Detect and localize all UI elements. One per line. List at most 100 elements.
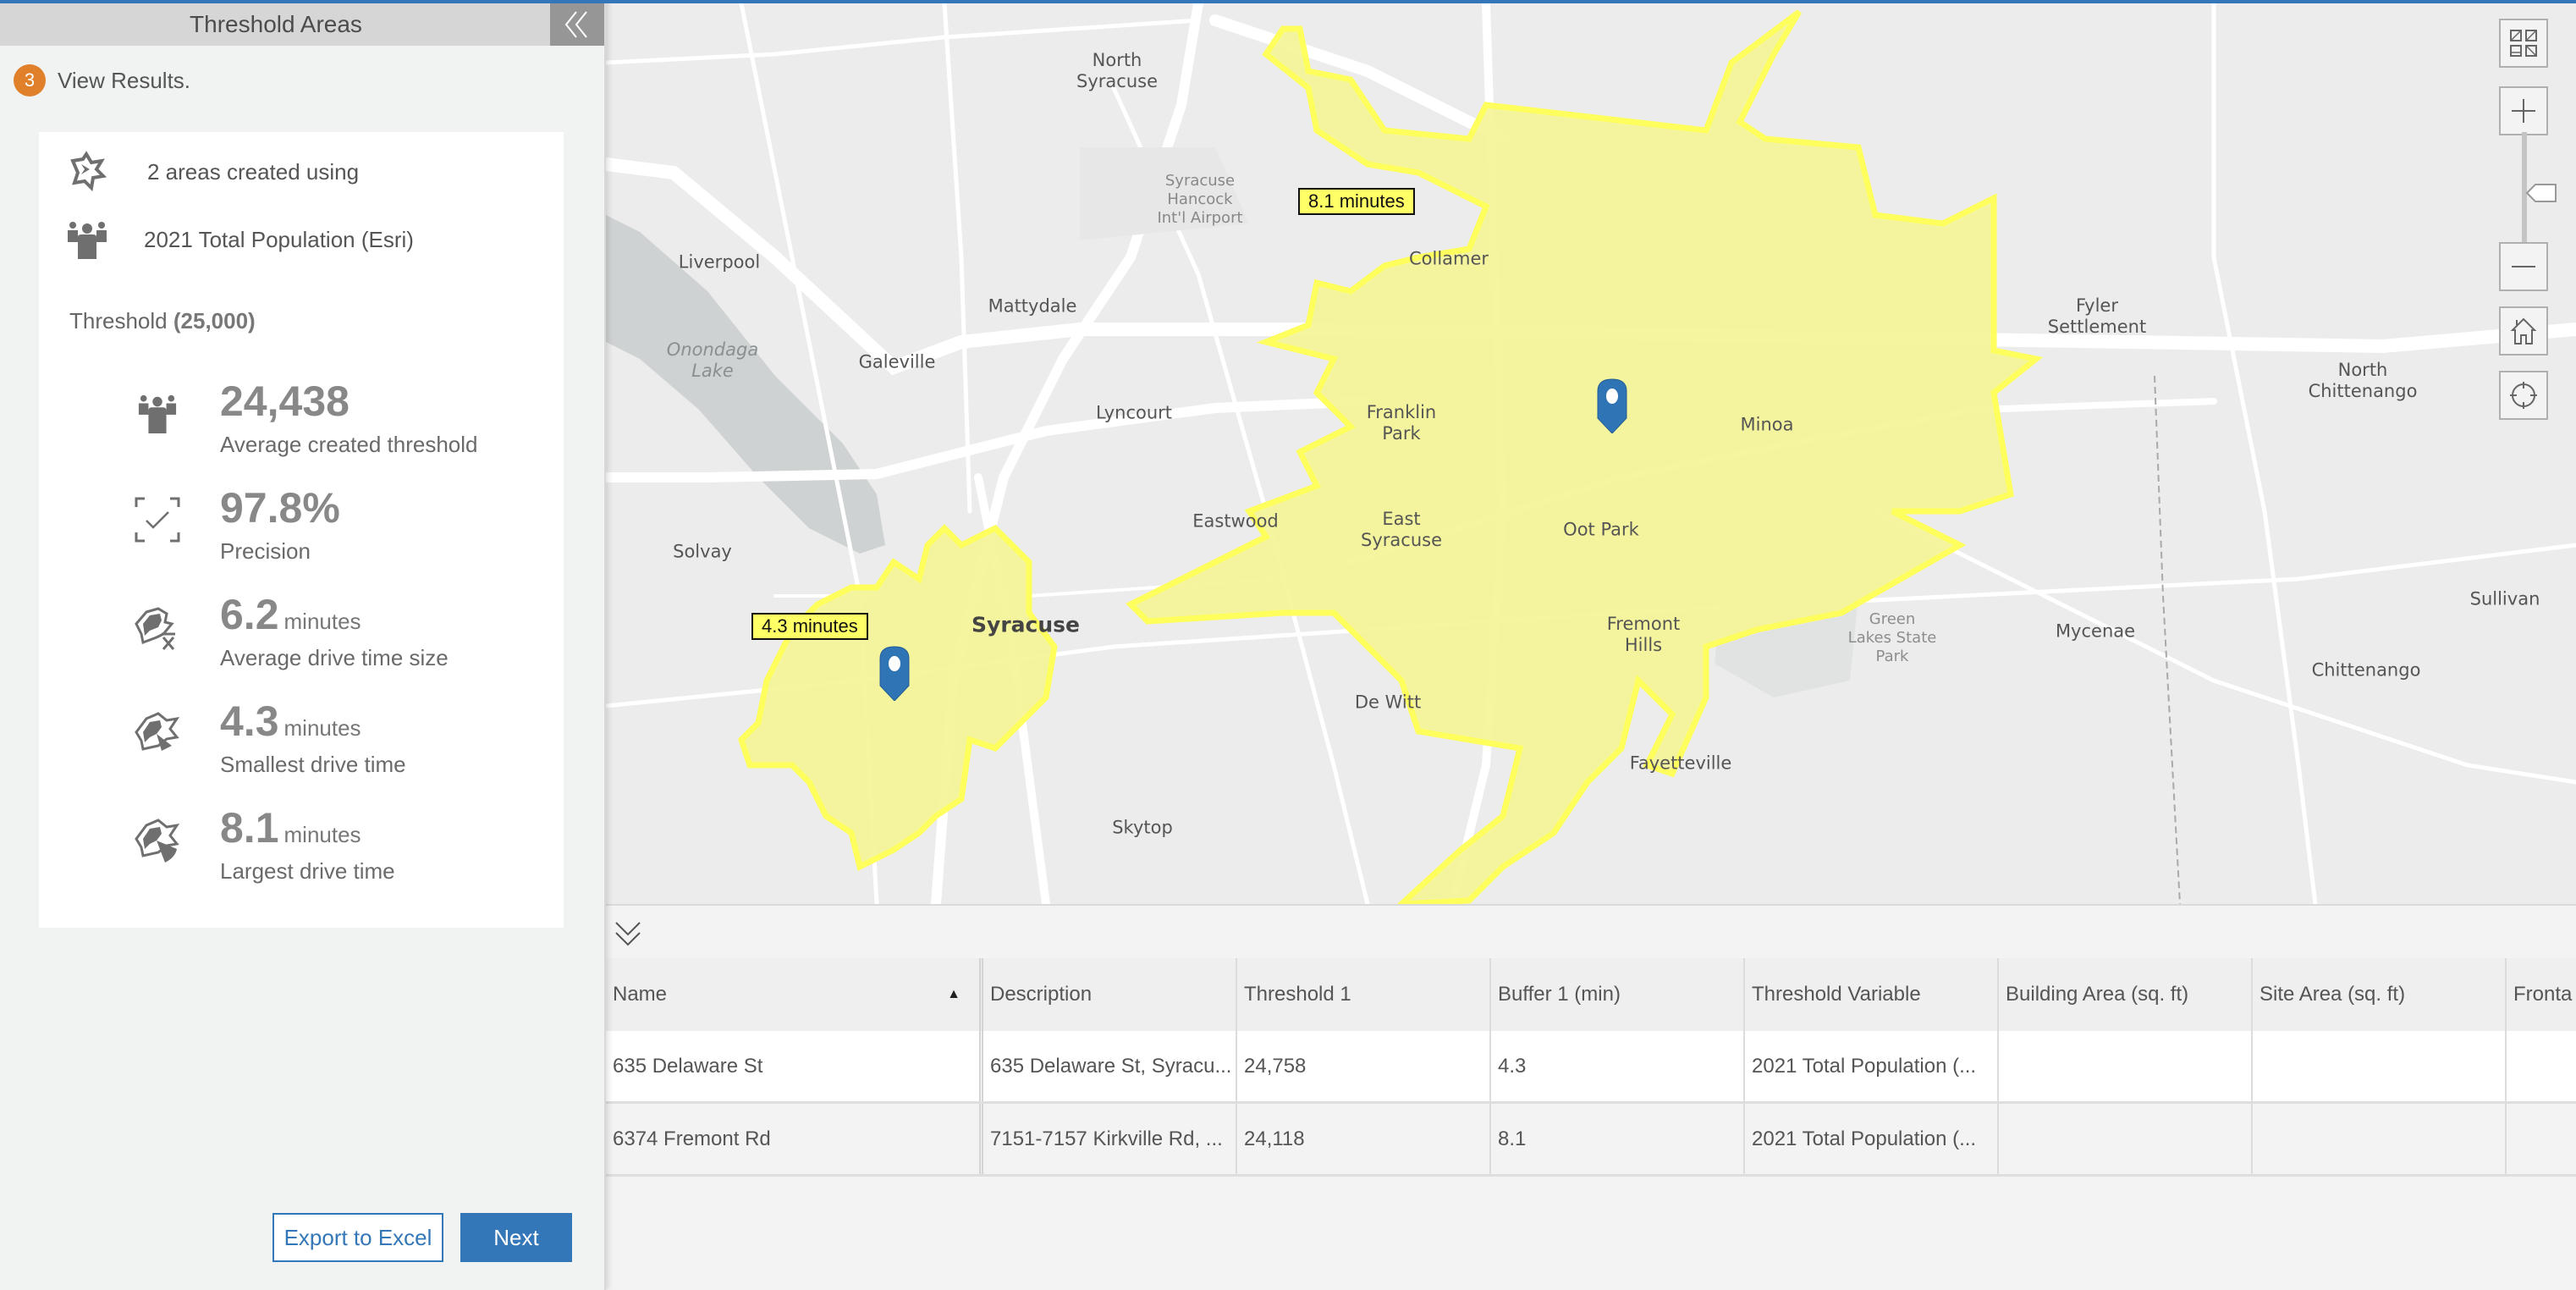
map-view[interactable]: North Syracuse Syracuse Hancock Int'l Ai… bbox=[606, 3, 2576, 904]
column-header-frontage[interactable]: Fronta bbox=[2507, 958, 2576, 1031]
drive-time-average-icon bbox=[132, 601, 183, 652]
map-label: East Syracuse bbox=[1361, 509, 1442, 550]
areas-created-row: 2 areas created using bbox=[64, 149, 359, 195]
stat-value: 6.2 minutes bbox=[220, 591, 361, 638]
attribute-table-panel: Name ▲ Description Threshold 1 Buffer 1 (… bbox=[606, 904, 2576, 1290]
drive-time-area-8-1-min bbox=[1126, 9, 2044, 904]
threshold-variable-text: 2021 Total Population (Esri) bbox=[144, 226, 414, 252]
map-label: De Witt bbox=[1354, 692, 1422, 713]
next-button[interactable]: Next bbox=[460, 1213, 572, 1262]
double-chevron-down-icon[interactable] bbox=[613, 918, 643, 951]
basemap bbox=[606, 3, 2576, 904]
map-label: Chittenango bbox=[2311, 659, 2421, 681]
map-label: Syracuse Hancock Int'l Airport bbox=[1157, 172, 1243, 227]
map-label: Eastwood bbox=[1192, 510, 1279, 532]
threshold-value: (25,000) bbox=[173, 308, 256, 334]
cell-description: 7151-7157 Kirkville Rd, ... bbox=[983, 1104, 1237, 1174]
drive-time-label-8-1: 8.1 minutes bbox=[1298, 188, 1415, 215]
column-header-site-area[interactable]: Site Area (sq. ft) bbox=[2253, 958, 2507, 1031]
cell-frontage bbox=[2507, 1104, 2576, 1174]
stat-precision: 97.8% Precision bbox=[132, 484, 345, 564]
stat-value: 24,438 bbox=[220, 378, 350, 425]
map-label: Franklin Park bbox=[1366, 402, 1437, 444]
collapse-panel-button[interactable] bbox=[550, 3, 604, 46]
step-indicator: 3 View Results. bbox=[14, 64, 190, 96]
step-number-badge: 3 bbox=[14, 64, 46, 96]
drive-time-label-4-3: 4.3 minutes bbox=[751, 613, 868, 640]
map-label: Sullivan bbox=[2469, 588, 2540, 609]
map-label: Mattydale bbox=[988, 295, 1077, 317]
column-header-threshold-variable[interactable]: Threshold Variable bbox=[1745, 958, 1999, 1031]
map-label: Green Lakes State Park bbox=[1847, 610, 1937, 665]
column-header-threshold-1[interactable]: Threshold 1 bbox=[1237, 958, 1491, 1031]
cell-description: 635 Delaware St, Syracu... bbox=[983, 1031, 1237, 1101]
threshold-variable-row: 2021 Total Population (Esri) bbox=[64, 217, 414, 262]
table-row[interactable]: 635 Delaware St 635 Delaware St, Syracu.… bbox=[606, 1031, 2576, 1104]
site-pin-635-delaware[interactable] bbox=[878, 645, 911, 701]
stat-label: Average drive time size bbox=[220, 645, 449, 670]
cell-name: 6374 Fremont Rd bbox=[606, 1104, 983, 1174]
map-label: Solvay bbox=[673, 541, 732, 562]
table-row[interactable]: 6374 Fremont Rd 7151-7157 Kirkville Rd, … bbox=[606, 1104, 2576, 1177]
stat-average-drive-time: 6.2 minutes Average drive time size bbox=[132, 591, 449, 670]
cell-site-area bbox=[2253, 1104, 2507, 1174]
cell-buffer-1: 8.1 bbox=[1491, 1104, 1745, 1174]
panel-header: Threshold Areas bbox=[0, 3, 604, 46]
map-label: Oot Park bbox=[1563, 519, 1639, 540]
results-table: Name ▲ Description Threshold 1 Buffer 1 (… bbox=[606, 958, 2576, 1177]
drive-time-areas-icon bbox=[64, 149, 110, 195]
map-label: Liverpool bbox=[678, 251, 761, 273]
zoom-slider-handle[interactable] bbox=[2525, 183, 2557, 203]
map-label: North Syracuse bbox=[1076, 50, 1158, 91]
stat-value: 8.1 minutes bbox=[220, 804, 361, 852]
home-button[interactable] bbox=[2499, 306, 2548, 356]
precision-check-icon bbox=[132, 494, 183, 545]
cell-threshold-variable: 2021 Total Population (... bbox=[1745, 1031, 1999, 1101]
stat-smallest-drive-time: 4.3 minutes Smallest drive time bbox=[132, 697, 406, 777]
map-label: Fayetteville bbox=[1629, 752, 1732, 774]
map-label: North Chittenango bbox=[2308, 360, 2418, 401]
cell-site-area bbox=[2253, 1031, 2507, 1101]
map-label: Fremont Hills bbox=[1606, 614, 1681, 655]
cell-threshold-variable: 2021 Total Population (... bbox=[1745, 1104, 1999, 1174]
column-header-description[interactable]: Description bbox=[983, 958, 1237, 1031]
drive-time-smallest-icon bbox=[132, 708, 183, 758]
home-icon bbox=[2510, 317, 2537, 345]
crosshair-icon bbox=[2510, 382, 2537, 409]
column-header-building-area[interactable]: Building Area (sq. ft) bbox=[1999, 958, 2253, 1031]
stat-average-threshold: 24,438 Average created threshold bbox=[132, 378, 478, 457]
panel-title: Threshold Areas bbox=[190, 11, 362, 37]
map-label: Galeville bbox=[858, 351, 936, 372]
areas-created-text: 2 areas created using bbox=[147, 158, 360, 185]
threshold-heading: Threshold (25,000) bbox=[69, 308, 256, 334]
map-label: Fyler Settlement bbox=[2047, 295, 2147, 337]
locate-button[interactable] bbox=[2499, 371, 2548, 420]
population-icon bbox=[64, 217, 110, 262]
cell-building-area bbox=[1999, 1031, 2253, 1101]
map-label: Skytop bbox=[1112, 817, 1173, 838]
map-label: Collamer bbox=[1408, 248, 1489, 269]
stat-label: Precision bbox=[220, 538, 311, 564]
stat-label: Largest drive time bbox=[220, 858, 395, 884]
cell-building-area bbox=[1999, 1104, 2253, 1174]
site-pin-6374-fremont[interactable] bbox=[1596, 378, 1628, 433]
export-to-excel-button[interactable]: Export to Excel bbox=[272, 1213, 443, 1262]
stat-label: Smallest drive time bbox=[220, 752, 406, 777]
window-top-accent bbox=[0, 0, 2576, 3]
zoom-in-button[interactable] bbox=[2499, 86, 2548, 135]
column-header-name[interactable]: Name ▲ bbox=[606, 958, 983, 1031]
basemap-grid-icon bbox=[2510, 30, 2537, 57]
stat-value: 4.3 minutes bbox=[220, 697, 361, 745]
table-header-row: Name ▲ Description Threshold 1 Buffer 1 (… bbox=[606, 958, 2576, 1031]
column-header-buffer-1[interactable]: Buffer 1 (min) bbox=[1491, 958, 1745, 1031]
minus-icon bbox=[2512, 266, 2535, 267]
stat-largest-drive-time: 8.1 minutes Largest drive time bbox=[132, 804, 395, 884]
basemap-gallery-button[interactable] bbox=[2499, 19, 2548, 68]
plus-icon bbox=[2512, 99, 2535, 123]
zoom-out-button[interactable] bbox=[2499, 242, 2548, 291]
stat-value: 97.8% bbox=[220, 484, 340, 532]
map-label: Onondaga Lake bbox=[666, 339, 759, 381]
map-label: Lyncourt bbox=[1095, 402, 1173, 423]
cell-name: 635 Delaware St bbox=[606, 1031, 983, 1101]
double-chevron-left-icon bbox=[564, 11, 587, 38]
